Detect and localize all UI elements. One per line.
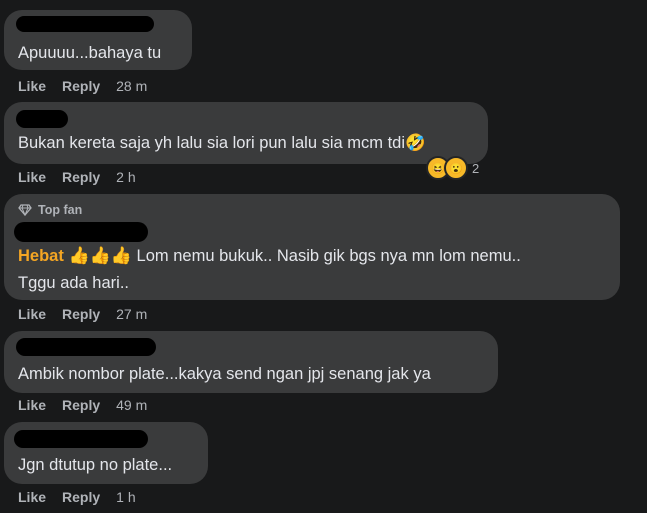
comment-text-line2: Tggu ada hari.. [18,274,129,292]
comment-text: Bukan kereta saja yh lalu sia lori pun l… [18,134,426,152]
comment-actions: Like Reply 28 m [18,76,147,96]
redacted-author-name [16,16,154,32]
comment-text: Ambik nombor plate...kakya send ngan jpj… [18,365,431,383]
top-fan-badge: Top fan [18,203,82,217]
comment-actions: Like Reply 1 h [18,487,136,507]
comment-actions: Like Reply 2 h [18,167,136,187]
comment-actions: Like Reply 49 m [18,395,147,415]
reply-button[interactable]: Reply [62,306,100,322]
like-button[interactable]: Like [18,78,46,94]
like-button[interactable]: Like [18,489,46,505]
reply-button[interactable]: Reply [62,169,100,185]
like-button[interactable]: Like [18,397,46,413]
redacted-author-name [14,222,148,242]
comment-text: Jgn dtutup no plate... [18,456,173,474]
comment-timestamp[interactable]: 28 m [116,78,147,94]
redacted-author-name [16,110,68,128]
redacted-author-name [16,338,156,356]
highlighted-word: Hebat [18,247,64,265]
reply-button[interactable]: Reply [62,78,100,94]
comment-text: Hebat 👍👍👍 Lom nemu bukuk.. Nasib gik bgs… [18,243,521,269]
comment-text-line1: Lom nemu bukuk.. Nasib gik bgs nya mn lo… [136,247,521,265]
redacted-author-name [14,430,148,448]
wow-emoji-icon: 😮 [444,156,468,180]
reply-button[interactable]: Reply [62,397,100,413]
comment-timestamp[interactable]: 49 m [116,397,147,413]
reaction-count: 2 [472,160,480,176]
comment-actions: Like Reply 27 m [18,304,147,324]
like-button[interactable]: Like [18,306,46,322]
like-button[interactable]: Like [18,169,46,185]
reply-button[interactable]: Reply [62,489,100,505]
badge-label: Top fan [38,203,83,217]
comment-timestamp[interactable]: 1 h [116,489,135,505]
comment-timestamp[interactable]: 2 h [116,169,135,185]
comment-timestamp[interactable]: 27 m [116,306,147,322]
reaction-summary[interactable]: 😆 😮 2 [426,156,479,180]
diamond-icon [18,204,32,216]
comment-text: Apuuuu...bahaya tu [18,44,162,62]
thumbs-up-emoji-icon: 👍👍👍 [68,246,132,265]
